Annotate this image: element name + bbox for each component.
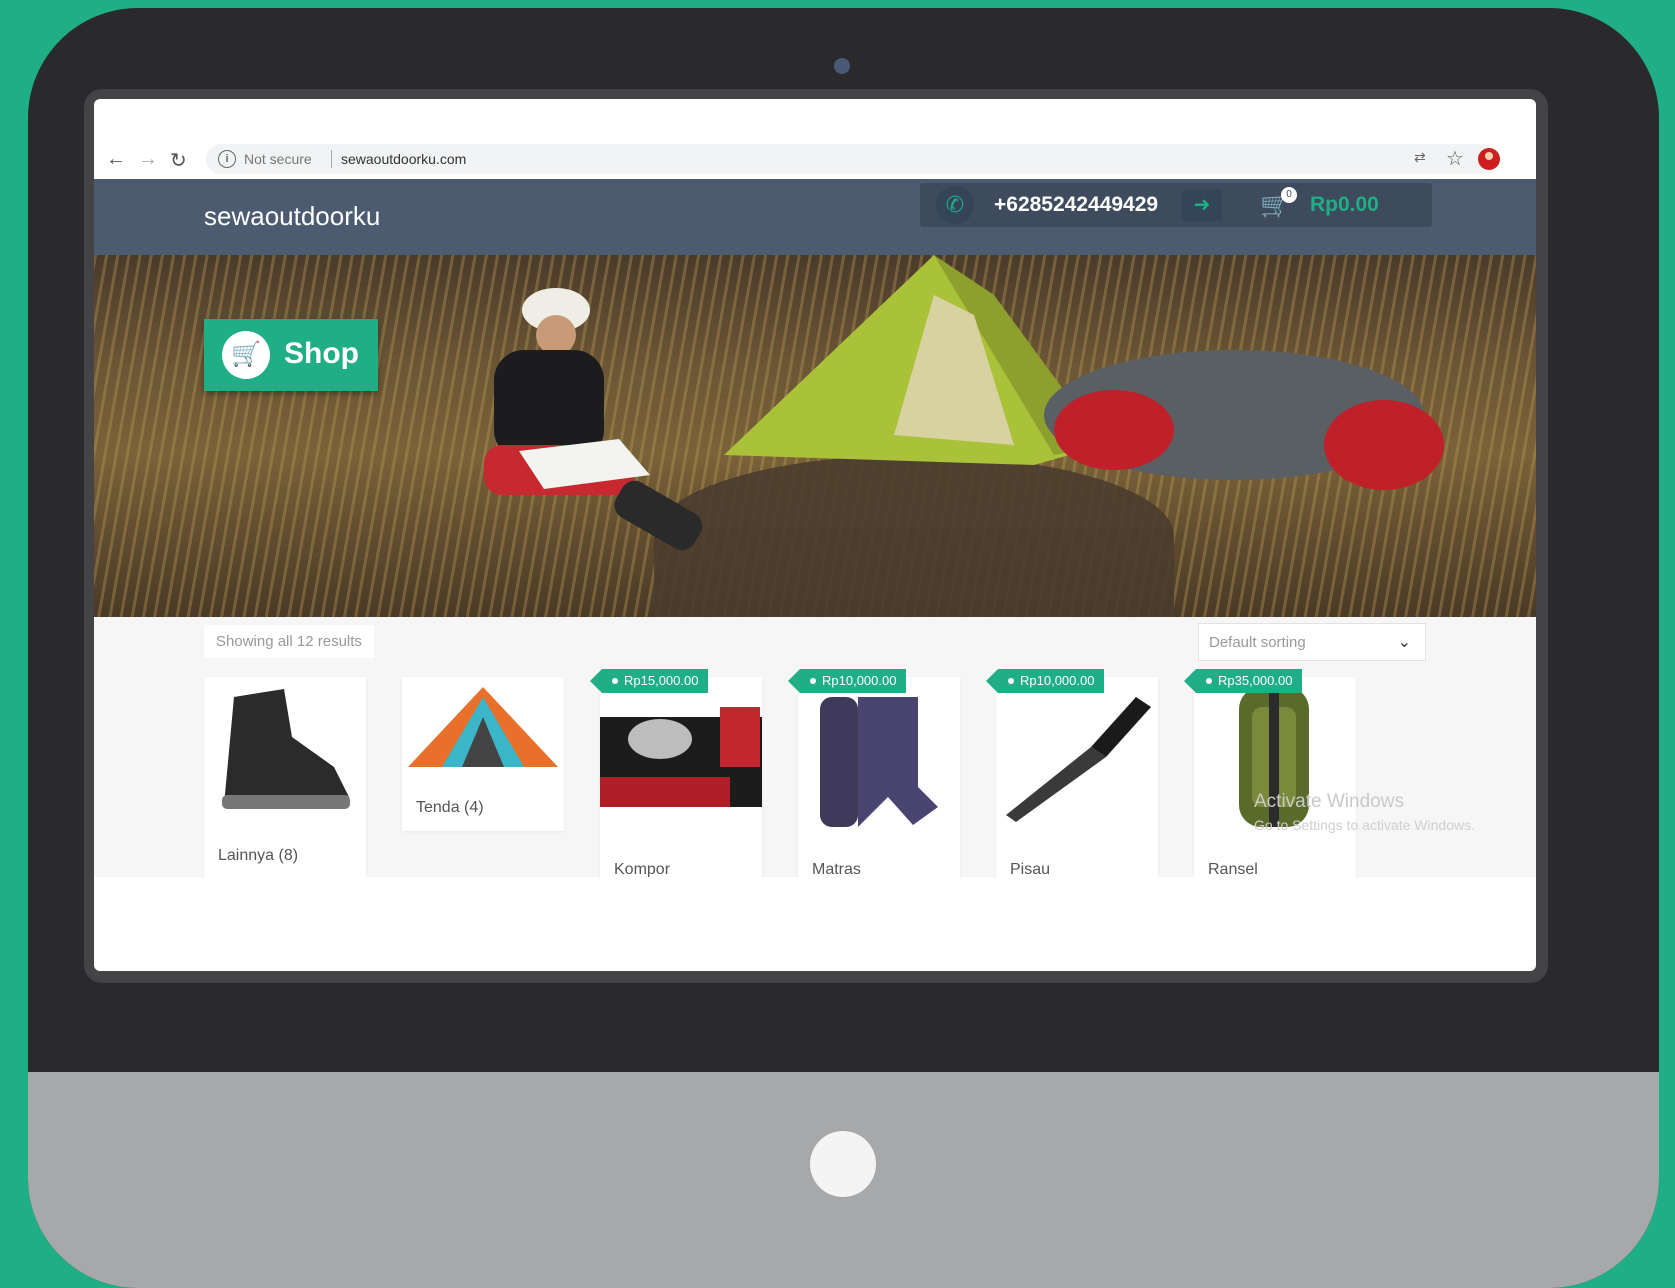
address-separator	[331, 150, 332, 168]
product-name[interactable]: Kompor	[614, 861, 670, 877]
sort-selected-value: Default sorting	[1209, 634, 1306, 651]
result-count: Showing all 12 results	[204, 625, 374, 658]
phone-number[interactable]: +6285242449429	[994, 193, 1158, 217]
category-card-tenda[interactable]: Tenda (4)	[402, 677, 564, 831]
address-bar[interactable]: i Not secure sewaoutdoorku.com	[206, 144, 1496, 174]
sleeping-bag-red-end	[1324, 400, 1444, 490]
shop-banner[interactable]: 🛒 Shop	[204, 319, 378, 391]
product-name[interactable]: Matras	[812, 861, 861, 877]
product-name[interactable]: Lainnya (8)	[218, 847, 298, 865]
windows-activation-subtitle: Go to Settings to activate Windows.	[1254, 817, 1475, 833]
product-name[interactable]: Tenda (4)	[416, 799, 484, 817]
phone-icon[interactable]: ✆	[936, 186, 974, 224]
shop-title: Shop	[284, 337, 359, 370]
profile-avatar-icon[interactable]	[1478, 148, 1500, 170]
chevron-down-icon: ⌄	[1397, 634, 1411, 651]
stove-image	[600, 707, 762, 807]
product-name[interactable]: Ransel	[1208, 861, 1258, 877]
hiker-face	[536, 315, 576, 355]
price-tag: Rp10,000.00	[787, 669, 907, 693]
back-arrow-icon[interactable]: ←	[106, 148, 126, 171]
security-label: Not secure	[244, 151, 312, 167]
backpack-image	[1239, 687, 1309, 827]
site-header: sewaoutdoorku ✆ +6285242449429 ➜ 🛒 0 Rp0…	[94, 179, 1536, 255]
price-tag: Rp15,000.00	[589, 669, 709, 693]
webcam-dot	[834, 58, 850, 74]
hero-camping-illustration	[484, 255, 1444, 551]
product-name[interactable]: Pisau	[1010, 861, 1050, 877]
sort-dropdown[interactable]: Default sorting ⌄	[1198, 623, 1426, 661]
browser-screen: ← → ↻ i Not secure sewaoutdoorku.com ⇄ ☆…	[94, 99, 1536, 971]
product-card-kompor[interactable]: Kompor	[600, 677, 762, 877]
header-tagline	[594, 196, 597, 208]
bookmark-star-icon[interactable]: ☆	[1446, 146, 1464, 171]
sleeping-bag-red	[1054, 390, 1174, 470]
mat-image	[820, 697, 938, 827]
header-contact-bar: ✆ +6285242449429 ➜ 🛒 0 Rp0.00	[920, 183, 1432, 227]
info-icon[interactable]: i	[218, 150, 236, 168]
shop-content: Showing all 12 results Default sorting ⌄…	[94, 617, 1536, 877]
cart-total[interactable]: Rp0.00	[1310, 193, 1379, 217]
translate-icon[interactable]: ⇄	[1414, 149, 1426, 166]
forward-arrow-icon[interactable]: →	[138, 148, 158, 171]
knife-image	[1006, 697, 1151, 822]
boot-image	[222, 689, 350, 809]
windows-activation-title: Activate Windows	[1254, 791, 1404, 812]
product-card-pisau[interactable]: Pisau	[996, 677, 1158, 877]
price-tag: Rp35,000.00	[1183, 669, 1303, 693]
price-tag: Rp10,000.00	[985, 669, 1105, 693]
login-icon[interactable]: ➜	[1182, 189, 1222, 221]
category-card-lainnya[interactable]: Lainnya (8)	[204, 677, 366, 877]
hiker-boot	[614, 480, 703, 551]
product-card-matras[interactable]: Matras	[798, 677, 960, 877]
shop-cart-icon: 🛒	[222, 331, 270, 379]
browser-toolbar: ← → ↻ i Not secure sewaoutdoorku.com ⇄ ☆	[94, 139, 1536, 179]
hero-banner: 🛒 Shop	[94, 255, 1536, 617]
product-card-ransel[interactable]: Ransel	[1194, 677, 1356, 877]
cart-count-badge: 0	[1281, 187, 1297, 203]
site-logo[interactable]: sewaoutdoorku	[204, 201, 380, 232]
url-text[interactable]: sewaoutdoorku.com	[341, 151, 466, 167]
reload-icon[interactable]: ↻	[170, 148, 187, 173]
monitor-home-button	[810, 1131, 876, 1197]
